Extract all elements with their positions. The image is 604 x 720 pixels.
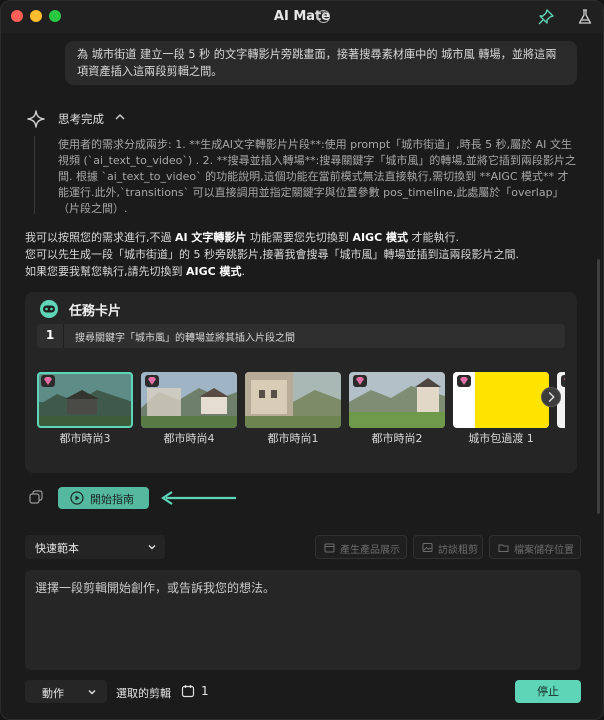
help-icon[interactable]: ? [317,10,330,23]
start-guide-button[interactable]: 開始指南 [58,487,149,509]
prompt-placeholder: 選擇一段剪輯開始創作，或告訴我您的想法。 [35,581,276,595]
step-text: 搜尋關鍵字「城市風」的轉場並將其插入片段之間 [75,333,295,344]
thumbnail-label: 城市包過渡 1 [468,432,534,445]
chevron-down-icon [88,690,96,695]
thinking-body: 使用者的需求分成兩步: 1. **生成AI文字轉影片片段**:使用 prompt… [58,138,576,215]
transition-thumbnail[interactable] [37,372,133,428]
chevron-up-icon[interactable] [114,111,126,123]
transition-thumbnail[interactable] [245,372,341,428]
thumbnail-label: 都市時尚4 [163,432,215,445]
premium-gem-icon [457,375,471,387]
transition-thumbnail[interactable] [349,372,445,428]
selected-clips-count: 1 [201,684,209,698]
premium-gem-icon [145,375,159,387]
answer-line-3: 如果您要我幫您執行,請先切換到 AIGC 模式. [25,265,246,278]
task-card-title: 任務卡片 [69,304,122,319]
chevron-down-icon [148,545,156,550]
answer-line-2: 您可以先生成一段「城市街道」的 5 秒旁跳影片,接著我會搜尋「城市風」轉場並插到… [25,248,519,261]
chip-label: 檔案儲存位置 [514,545,574,556]
quick-template-label: 快速範本 [35,542,79,555]
chevron-right-icon[interactable] [541,387,561,407]
user-message-bubble: 為 城市街道 建立一段 5 秒 的文字轉影片旁跳畫面，接著搜尋素材庫中的 城市風… [65,41,577,85]
transition-thumbnail[interactable] [141,372,237,428]
premium-gem-icon [41,375,55,387]
clip-icon [181,685,195,698]
task-step: 1 搜尋關鍵字「城市風」的轉場並將其插入片段之間 [37,324,565,348]
prompt-input[interactable]: 選擇一段剪輯開始創作，或告訴我您的想法。 [25,570,581,670]
image-icon [422,543,433,552]
transition-thumbnails: 都市時尚3 都市時尚4 都市時尚1 都市時尚2 城市包過渡 1 [37,372,565,452]
answer-line-1: 我可以按照您的需求進行,不過 AI 文字轉影片 功能需要您先切換到 AIGC 模… [25,231,459,244]
pointer-arrow [161,491,236,505]
chip-label: 產生產品展示 [340,545,400,556]
window-title: AI Mate [273,9,331,24]
thinking-title: 思考完成 [58,112,104,126]
flask-icon[interactable] [576,8,594,26]
thumbnail-image [245,372,341,428]
step-number: 1 [45,328,55,342]
premium-gem-icon [353,375,367,387]
template-chip-product-showcase[interactable]: 產生產品展示 [315,535,407,559]
action-label: 動作 [42,687,64,700]
robot-icon [40,300,58,318]
start-guide-label: 開始指南 [90,493,134,506]
thumbnail-label: 都市時尚3 [59,432,111,445]
pin-icon[interactable] [537,8,555,26]
sparkle-icon [27,110,45,128]
action-dropdown[interactable]: 動作 [25,680,107,703]
calendar-icon [324,543,335,553]
title-bar: AI Mate ? [1,1,603,33]
folder-icon [498,544,509,552]
stop-button[interactable]: 停止 [515,680,581,703]
assistant-answer: 我可以按照您的需求進行,不過 AI 文字轉影片 功能需要您先切換到 AIGC 模… [25,229,585,280]
quick-template-dropdown[interactable]: 快速範本 [25,535,165,559]
chat-scrollbar[interactable] [597,259,600,514]
transition-thumbnail[interactable] [453,372,549,428]
template-chip-file-location[interactable]: 檔案儲存位置 [489,535,581,559]
ai-mate-window: AI Mate ? 為 城市街道 建立一段 5 秒 的文字轉影片旁跳畫面，接著搜… [0,0,604,720]
task-card: 任務卡片 1 搜尋關鍵字「城市風」的轉場並將其插入片段之間 都市時尚3 都市時尚… [25,292,577,473]
thinking-divider [34,136,35,214]
step-separator [63,324,64,348]
selected-clips-label: 選取的剪輯 [116,687,171,700]
thumbnail-label: 都市時尚1 [267,432,319,445]
copy-icon[interactable] [28,489,44,505]
premium-gem-icon [561,375,565,387]
thumbnail-label: 都市時尚2 [371,432,423,445]
template-chip-interview-cut[interactable]: 訪談粗剪 [413,535,483,559]
play-circle-icon [70,491,84,505]
chip-label: 訪談粗剪 [438,545,478,556]
